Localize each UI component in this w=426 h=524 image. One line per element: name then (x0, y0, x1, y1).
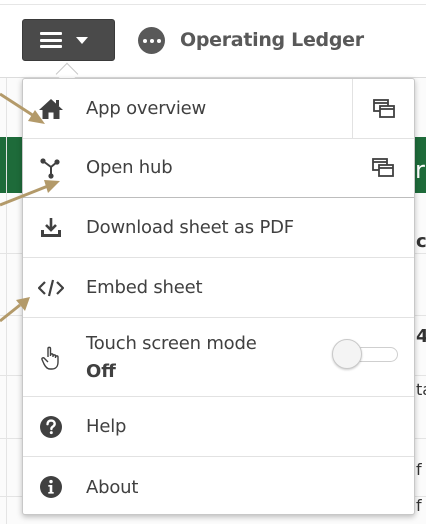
more-icon[interactable] (138, 27, 165, 54)
menu-item-open-hub[interactable]: Open hub (23, 138, 414, 198)
sheet-fragment: ta (416, 380, 426, 399)
toggle-knob (332, 339, 362, 369)
menu-item-embed-sheet[interactable]: Embed sheet (23, 258, 414, 318)
sheet-fragment: f A (416, 496, 426, 515)
download-icon (38, 215, 64, 241)
caret-down-icon (76, 36, 88, 44)
sheet-fragment: 4 (416, 326, 426, 347)
home-icon (38, 96, 64, 122)
global-menu: App overview Open hub Download sheet as … (22, 78, 415, 515)
screen: r c 4 ta f A f A Operating Ledger App ov… (0, 0, 426, 524)
app-title: Operating Ledger (180, 29, 364, 51)
menu-item-about[interactable]: About (23, 457, 414, 517)
new-tab-icon (372, 98, 395, 118)
menu-item-touch-mode[interactable]: Touch screen mode Off (23, 318, 414, 397)
menu-item-label: Embed sheet (86, 277, 203, 298)
menu-item-label: Open hub (86, 157, 173, 178)
menu-item-app-overview[interactable]: App overview (23, 79, 414, 139)
touch-mode-toggle[interactable] (332, 339, 400, 369)
touch-mode-state: Off (86, 361, 116, 382)
open-in-new-tab-button[interactable] (352, 79, 414, 138)
help-icon (38, 414, 64, 440)
menu-item-label: Help (86, 416, 127, 437)
menu-item-download-pdf[interactable]: Download sheet as PDF (23, 198, 414, 258)
info-icon (38, 474, 64, 500)
sheet-fragment: c (416, 231, 426, 252)
menu-item-label: Touch screen mode (86, 333, 257, 354)
menu-item-label: About (86, 476, 139, 498)
open-in-new-tab-button[interactable] (352, 138, 414, 197)
global-menu-button[interactable] (22, 19, 115, 61)
sheet-fragment: f A (416, 460, 426, 479)
code-icon (38, 275, 64, 301)
hamburger-icon (40, 32, 62, 48)
menu-item-help[interactable]: Help (23, 397, 414, 457)
hub-icon (38, 155, 64, 181)
sheet-fragment: r (415, 156, 425, 184)
touch-icon (38, 345, 64, 371)
menu-item-label: App overview (86, 98, 207, 119)
new-tab-icon (372, 157, 394, 177)
menu-item-label: Download sheet as PDF (86, 217, 294, 238)
